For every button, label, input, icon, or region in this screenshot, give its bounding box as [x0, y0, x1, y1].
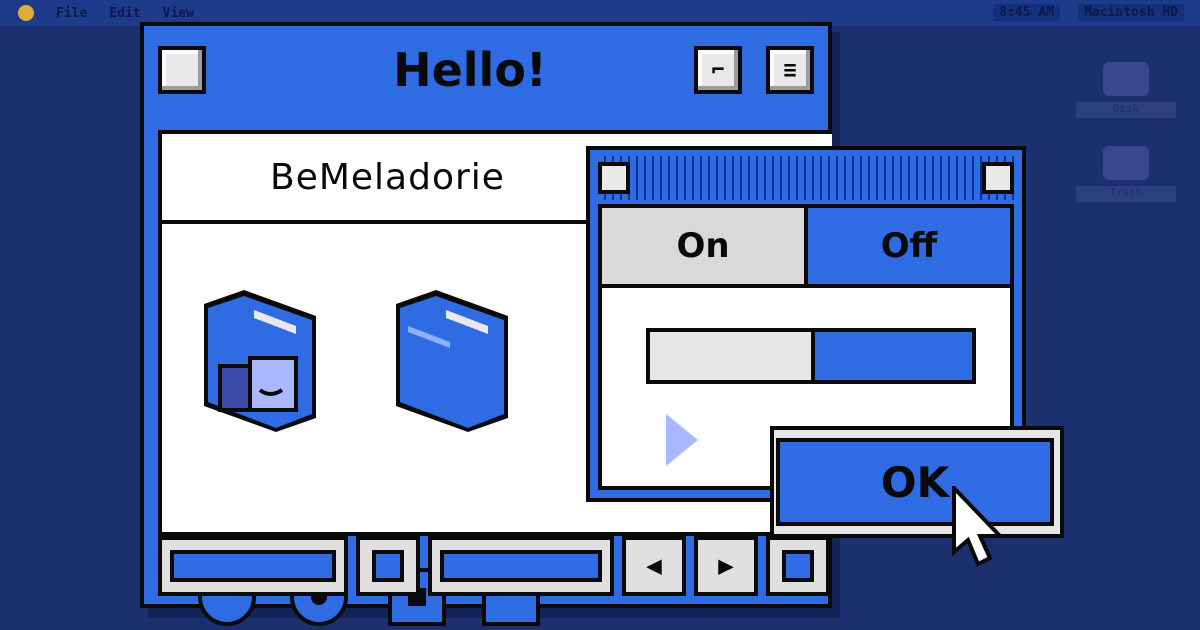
bottom-toolbar: ◀ ▶	[158, 536, 832, 596]
play-icon[interactable]	[666, 414, 698, 466]
trash-icon	[1103, 146, 1149, 180]
window-title: Hello!	[393, 43, 547, 97]
desktop-icon-label: Trash	[1076, 186, 1176, 202]
toolbar-field-1[interactable]	[158, 536, 348, 596]
menu-file[interactable]: File	[56, 6, 87, 21]
field[interactable]	[440, 550, 602, 582]
progress-bar	[646, 328, 976, 384]
folder-icon[interactable]	[390, 286, 520, 436]
menu-view[interactable]: View	[163, 6, 194, 21]
segment-on[interactable]: On	[602, 208, 808, 284]
right-arrow-button[interactable]: ▶	[694, 536, 758, 596]
close-button[interactable]	[158, 46, 206, 94]
desktop-icon-label: Disk	[1076, 102, 1176, 118]
desktop-icon-disk[interactable]: Disk	[1076, 62, 1176, 118]
menu-bar-right: 8:45 AM Macintosh HD	[993, 4, 1184, 21]
ok-button[interactable]: OK	[776, 438, 1054, 526]
button[interactable]	[782, 550, 814, 582]
toolbar-button-2[interactable]	[766, 536, 830, 596]
collapse-button[interactable]: ≡	[766, 46, 814, 94]
zoom-button[interactable]: ⌐	[694, 46, 742, 94]
field[interactable]	[170, 550, 336, 582]
segment-off[interactable]: Off	[808, 208, 1010, 284]
titlebar-right-buttons: ⌐ ≡	[694, 46, 814, 94]
zoom-icon: ⌐	[711, 57, 725, 83]
disk-icon	[1103, 62, 1149, 96]
left-arrow-icon: ◀	[646, 551, 662, 581]
segmented-control: On Off	[602, 208, 1010, 288]
left-arrow-button[interactable]: ◀	[622, 536, 686, 596]
menu-icon: ≡	[783, 57, 797, 83]
menu-clock: 8:45 AM	[993, 4, 1061, 21]
desktop-icon-trash[interactable]: Trash	[1076, 146, 1176, 202]
button[interactable]	[372, 550, 404, 582]
finder-folder-icon[interactable]	[198, 286, 328, 436]
toolbar-button-1[interactable]	[356, 536, 420, 596]
dialog-collapse-button[interactable]	[982, 162, 1014, 194]
menu-disk-name: Macintosh HD	[1078, 4, 1184, 21]
right-arrow-icon: ▶	[718, 551, 734, 581]
dialog-titlebar[interactable]	[598, 156, 1014, 200]
menu-edit[interactable]: Edit	[109, 6, 140, 21]
mouse-pointer-icon	[952, 486, 1005, 567]
apple-icon[interactable]	[18, 5, 34, 21]
titlebar[interactable]: Hello! ⌐ ≡	[158, 40, 814, 100]
toolbar-field-2[interactable]	[428, 536, 614, 596]
progress-fill	[811, 332, 972, 380]
dialog-close-button[interactable]	[598, 162, 630, 194]
